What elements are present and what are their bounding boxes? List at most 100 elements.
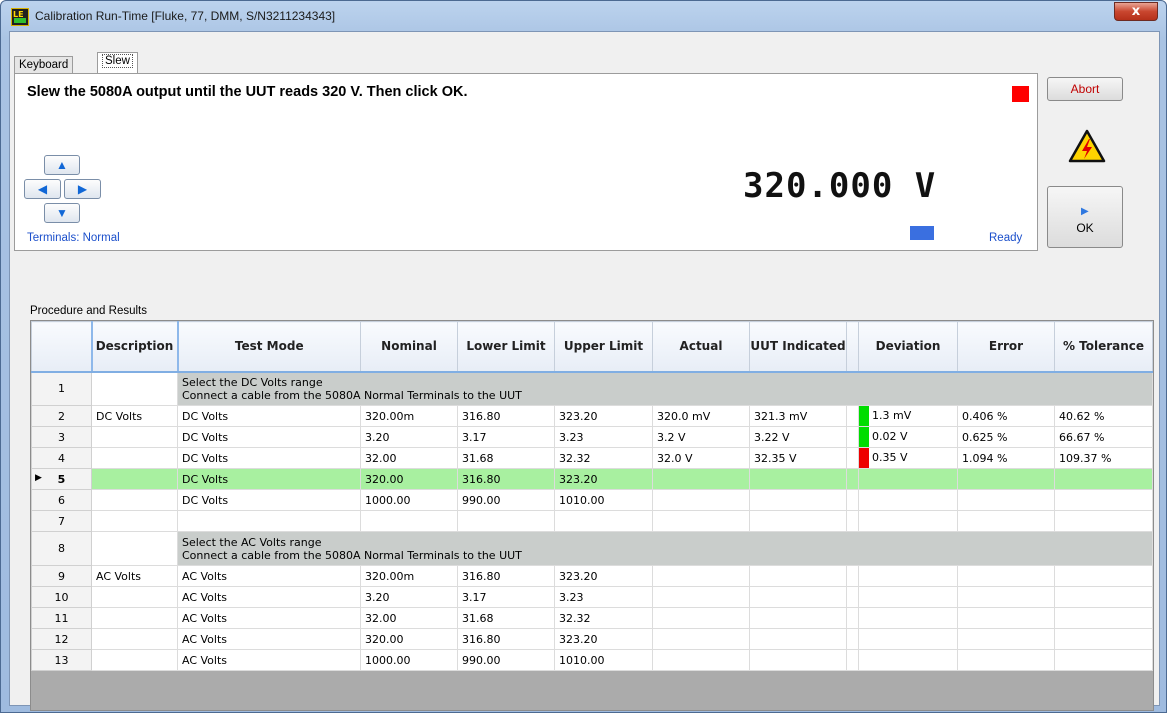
cell-status-gap — [846, 607, 859, 629]
cell-deviation — [858, 628, 958, 650]
cell-deviation — [858, 586, 958, 608]
cell-description — [91, 649, 178, 671]
cell-actual — [652, 586, 750, 608]
cell-upper-limit — [554, 510, 653, 532]
col-header-error[interactable]: Error — [957, 321, 1055, 373]
cell-nominal: 32.00 — [360, 607, 458, 629]
cell-lower-limit — [457, 510, 555, 532]
table-row[interactable]: 8 Select the AC Volts range Connect a cabl… — [31, 531, 1153, 566]
row-number[interactable]: 5 — [31, 468, 92, 490]
terminals-status: Terminals: Normal — [27, 232, 120, 244]
results-table: Description Test Mode Nominal Lower Limi… — [31, 321, 1153, 671]
row-number[interactable]: 6 — [31, 489, 92, 511]
table-row[interactable]: 9 AC Volts AC Volts 320.00m 316.80 323.20 — [31, 565, 1153, 587]
cell-upper-limit: 323.20 — [554, 405, 653, 427]
row-number[interactable]: 8 — [31, 531, 92, 566]
note-line: Connect a cable from the 5080A Normal Te… — [182, 548, 522, 562]
cell-nominal: 1000.00 — [360, 489, 458, 511]
cell-nominal — [360, 510, 458, 532]
row-number[interactable]: 1 — [31, 371, 92, 406]
row-number[interactable]: 7 — [31, 510, 92, 532]
table-row[interactable]: 10 AC Volts 3.20 3.17 3.23 — [31, 586, 1153, 608]
cell-deviation — [858, 489, 958, 511]
table-row[interactable]: 6 DC Volts 1000.00 990.00 1010.00 — [31, 489, 1153, 511]
tab-keyboard[interactable]: Keyboard — [14, 56, 74, 74]
tab-slew-label: Slew — [102, 54, 133, 68]
col-header-deviation[interactable]: Deviation — [858, 321, 958, 373]
col-header-nominal[interactable]: Nominal — [360, 321, 458, 373]
col-header-uut-indicated[interactable]: UUT Indicated — [749, 321, 847, 373]
cell-description: DC Volts — [91, 405, 178, 427]
cell-description — [91, 628, 178, 650]
col-header-description[interactable]: Description — [90, 321, 179, 373]
col-header-lower-limit[interactable]: Lower Limit — [457, 321, 555, 373]
cell-status-gap — [846, 489, 859, 511]
cell-actual: 3.2 V — [652, 426, 750, 448]
row-number[interactable]: 3 — [31, 426, 92, 448]
row-number[interactable]: 4 — [31, 447, 92, 469]
cell-description — [91, 531, 178, 566]
col-header-test-mode[interactable]: Test Mode — [177, 321, 361, 373]
col-header-actual[interactable]: Actual — [652, 321, 750, 373]
results-grid[interactable]: Description Test Mode Nominal Lower Limi… — [30, 320, 1154, 711]
cell-test-mode: AC Volts — [177, 628, 361, 650]
cell-upper-limit: 323.20 — [554, 565, 653, 587]
deviation-value: 0.02 V — [872, 430, 908, 443]
slew-down-button[interactable]: ▼ — [44, 203, 80, 223]
ok-button[interactable]: ▶ OK — [1047, 186, 1123, 248]
table-row[interactable]: 11 AC Volts 32.00 31.68 32.32 — [31, 607, 1153, 629]
col-header-status[interactable] — [846, 321, 859, 373]
cell-lower-limit: 316.80 — [457, 628, 555, 650]
table-row[interactable]: 2 DC Volts DC Volts 320.00m 316.80 323.20 320.… — [31, 405, 1153, 427]
cell-status-gap — [846, 510, 859, 532]
cell-tolerance — [1054, 586, 1153, 608]
table-row[interactable]: 3 DC Volts 3.20 3.17 3.23 3.2 V 3.22 V 0.02 V 0.… — [31, 426, 1153, 448]
table-row[interactable]: 5 DC Volts320.00316.80323.20 — [31, 468, 1153, 490]
note-line: Select the DC Volts range — [182, 375, 323, 389]
cell-tolerance: 109.37 % — [1054, 447, 1153, 469]
slew-right-button[interactable]: ▶ — [64, 179, 101, 199]
cell-status-gap — [846, 565, 859, 587]
slew-left-button[interactable]: ◀ — [24, 179, 61, 199]
table-row[interactable]: 4 DC Volts 32.00 31.68 32.32 32.0 V 32.35 V 0.3… — [31, 447, 1153, 469]
cell-lower-limit: 990.00 — [457, 489, 555, 511]
row-number[interactable]: 13 — [31, 649, 92, 671]
row-number[interactable]: 2 — [31, 405, 92, 427]
tab-slew[interactable]: Slew — [97, 52, 138, 74]
cell-uut-indicated: 3.22 V — [749, 426, 847, 448]
abort-button[interactable]: Abort — [1047, 77, 1123, 101]
deviation-value: 0.35 V — [872, 451, 908, 464]
row-number[interactable]: 10 — [31, 586, 92, 608]
high-voltage-warning-icon — [1068, 129, 1106, 163]
row-number[interactable]: 9 — [31, 565, 92, 587]
cell-lower-limit: 316.80 — [457, 405, 555, 427]
slew-up-button[interactable]: ▲ — [44, 155, 80, 175]
close-button[interactable]: x — [1114, 2, 1158, 21]
cell-deviation: 0.02 V — [858, 426, 958, 448]
col-header-upper-limit[interactable]: Upper Limit — [554, 321, 653, 373]
client-area: Keyboard Slew Slew the 5080A output unti… — [9, 31, 1160, 711]
table-row[interactable]: 1 Select the DC Volts range Connect a cabl… — [31, 371, 1153, 406]
table-row[interactable]: 13 AC Volts 1000.00 990.00 1010.00 — [31, 649, 1153, 671]
cell-test-mode: AC Volts — [177, 565, 361, 587]
play-icon: ▶ — [1081, 206, 1089, 217]
table-row[interactable]: 12 AC Volts 320.00 316.80 323.20 — [31, 628, 1153, 650]
row-number[interactable]: 12 — [31, 628, 92, 650]
cell-error — [957, 607, 1055, 629]
cell-deviation: 1.3 mV — [858, 405, 958, 427]
table-row[interactable]: 7 — [31, 510, 1153, 532]
col-header-tolerance[interactable]: % Tolerance — [1054, 321, 1153, 373]
cell-upper-limit: 32.32 — [554, 607, 653, 629]
cell-nominal: 320.00m — [360, 565, 458, 587]
cell-tolerance — [1054, 489, 1153, 511]
row-number[interactable]: 11 — [31, 607, 92, 629]
cell-description — [91, 447, 178, 469]
cell-uut-indicated — [749, 649, 847, 671]
cell-test-mode: AC Volts — [177, 607, 361, 629]
col-header-rownum[interactable] — [31, 321, 92, 373]
cell-actual — [652, 628, 750, 650]
cell-status-gap — [846, 426, 859, 448]
cell-actual — [652, 510, 750, 532]
cell-error: 0.625 % — [957, 426, 1055, 448]
cell-test-mode: DC Volts — [177, 426, 361, 448]
